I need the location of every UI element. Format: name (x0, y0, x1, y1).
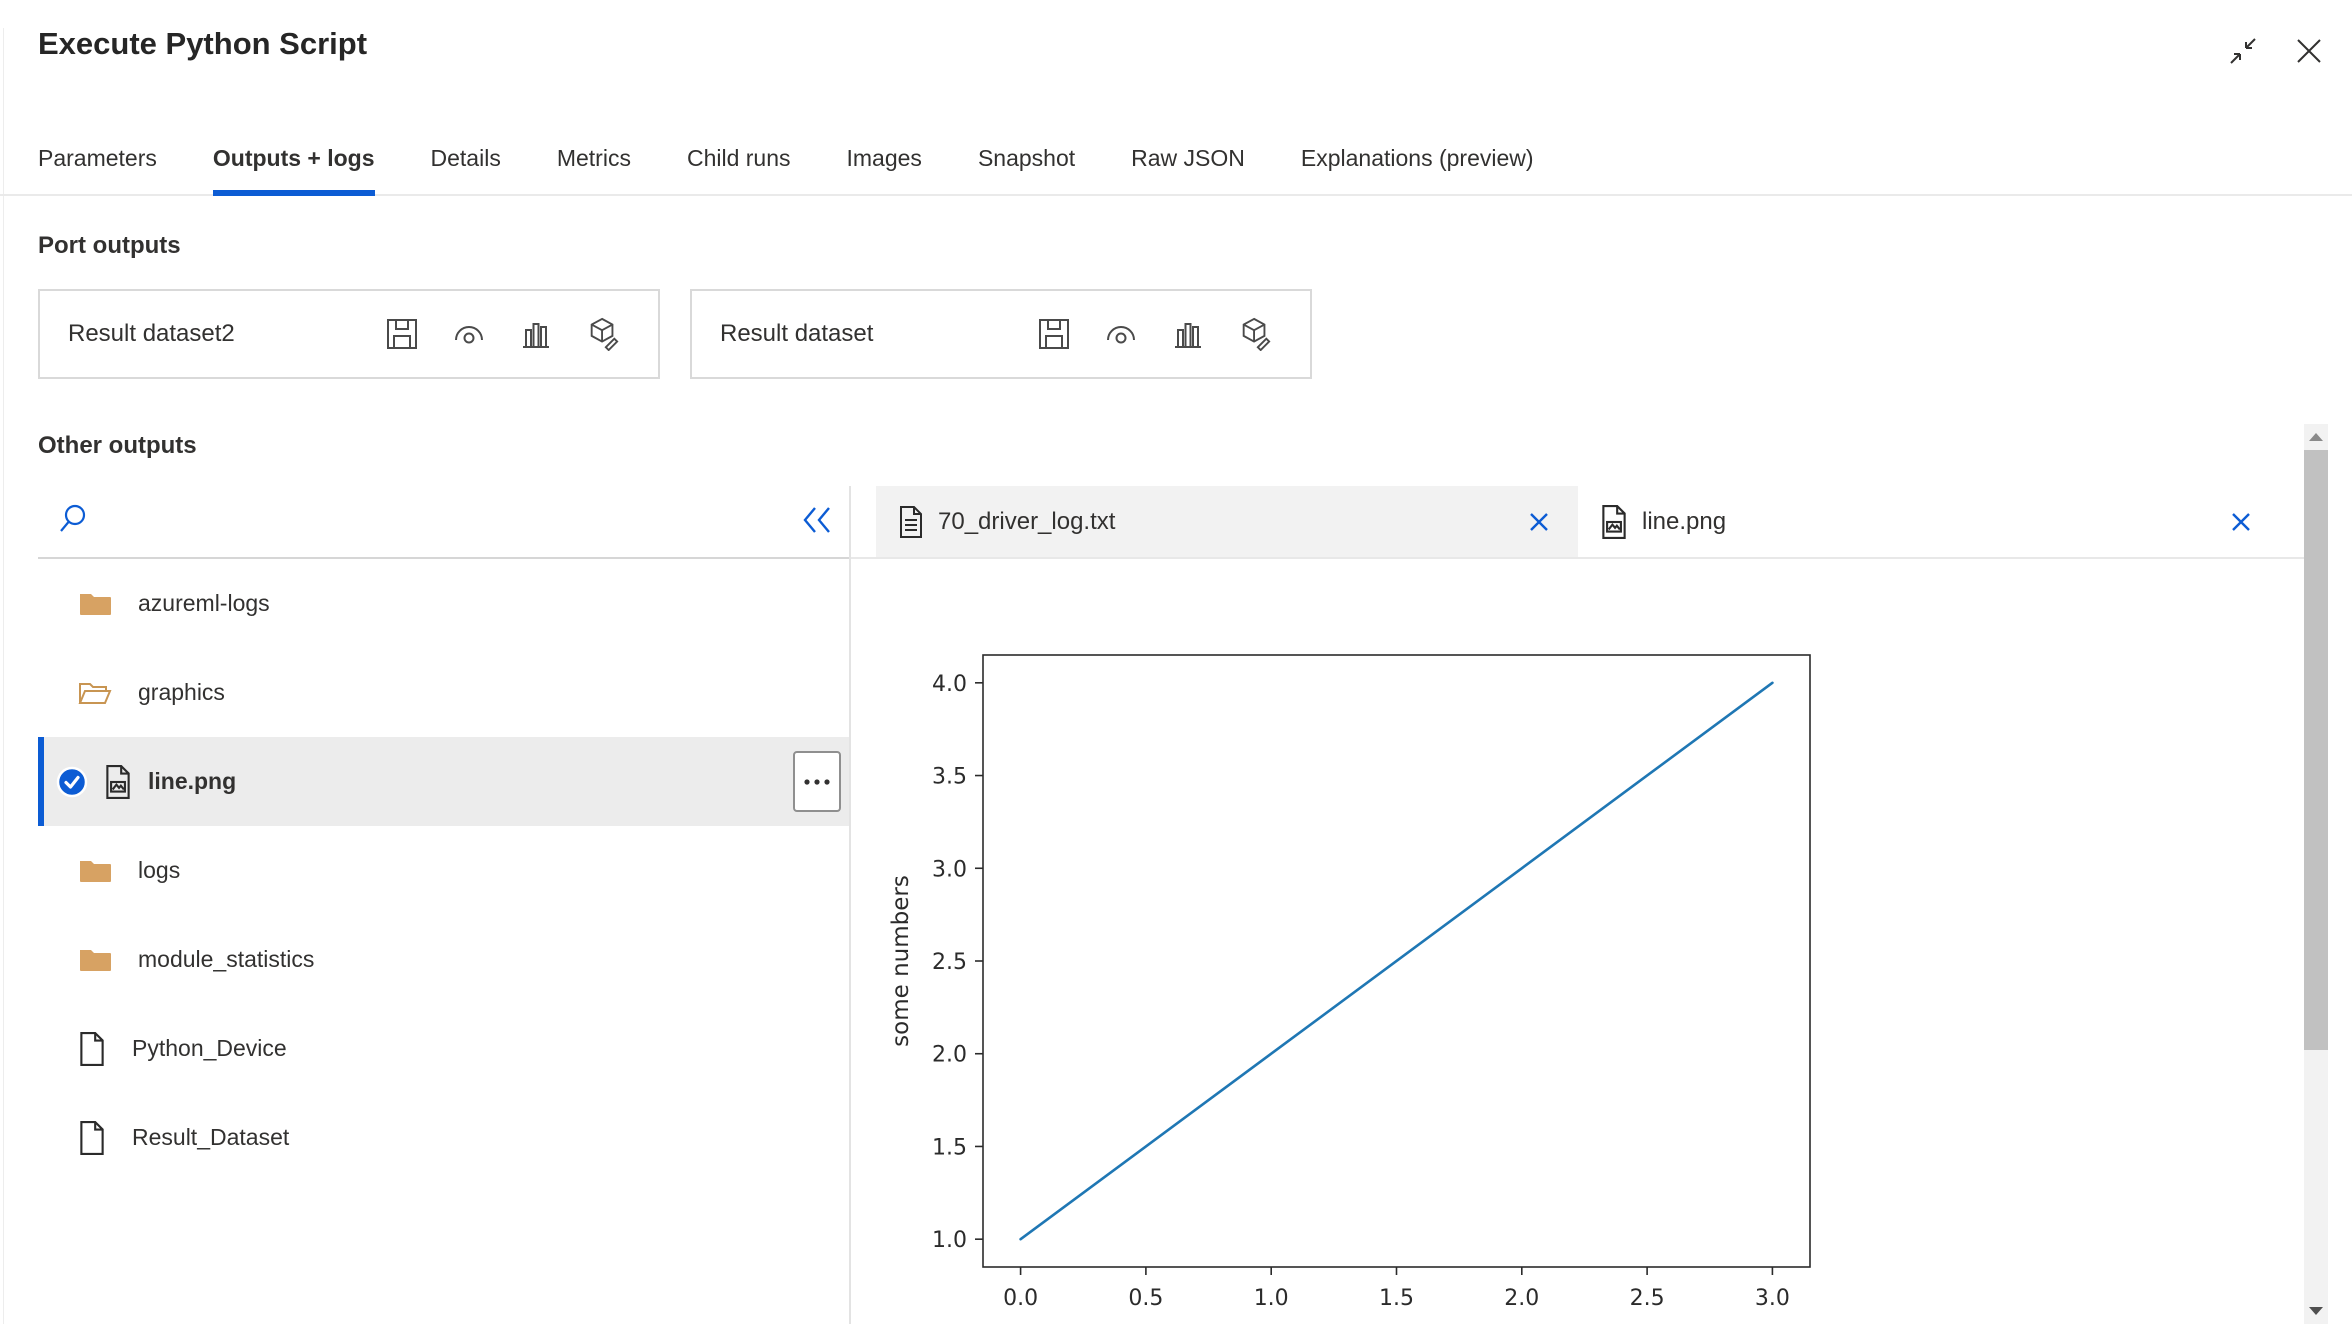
svg-text:2.0: 2.0 (932, 1043, 967, 1068)
svg-text:3.0: 3.0 (1755, 1286, 1790, 1311)
tab-details[interactable]: Details (431, 122, 501, 194)
double-chevron-left-icon (803, 507, 830, 533)
tab-explanations[interactable]: Explanations (preview) (1301, 122, 1534, 194)
scroll-down-button[interactable] (2304, 1298, 2328, 1324)
tree-item-azureml-logs[interactable]: azureml-logs (38, 559, 849, 648)
tree-item-line-png[interactable]: line.png (38, 737, 849, 826)
text-file-icon (898, 505, 924, 538)
tab-metrics[interactable]: Metrics (557, 122, 631, 194)
svg-text:4.0: 4.0 (932, 672, 967, 697)
svg-text:1.0: 1.0 (1254, 1286, 1289, 1311)
preview-tab-line-png[interactable]: line.png (1578, 486, 2304, 557)
port-output-name: Result dataset (720, 320, 874, 347)
matplotlib-line-plot: 0.0 0.5 1.0 1.5 2.0 2.5 3.0 1.0 1.5 2.0 2.5 3.0 3.5 4… (888, 654, 1811, 1311)
preview-tab-label: 70_driver_log.txt (938, 507, 1116, 535)
tree-item-graphics[interactable]: graphics (38, 648, 849, 737)
image-file-icon (1600, 504, 1628, 539)
tree-item-module-statistics[interactable]: module_statistics (38, 915, 849, 1004)
svg-text:3.0: 3.0 (932, 857, 967, 882)
svg-text:1.5: 1.5 (932, 1135, 967, 1160)
folder-icon (78, 946, 112, 974)
panel-left-edge (3, 28, 4, 1324)
minimize-panel-button[interactable] (2226, 34, 2260, 68)
port-output-card: Result dataset (690, 289, 1312, 379)
save-icon[interactable] (1037, 317, 1071, 351)
folder-open-icon (78, 679, 112, 707)
svg-text:some numbers: some numbers (888, 875, 914, 1047)
svg-text:0.5: 0.5 (1128, 1286, 1163, 1311)
tree-item-python-device[interactable]: Python_Device (38, 1004, 849, 1093)
tree-search-input[interactable] (38, 486, 849, 559)
file-icon (78, 1031, 106, 1066)
folder-icon (78, 590, 112, 618)
port-outputs-heading: Port outputs (38, 232, 181, 259)
close-tab-icon[interactable] (2228, 509, 2254, 535)
scroll-up-icon (2309, 433, 2323, 441)
svg-text:1.5: 1.5 (1379, 1286, 1414, 1311)
tab-snapshot[interactable]: Snapshot (978, 122, 1075, 194)
svg-text:2.0: 2.0 (1504, 1286, 1539, 1311)
check-circle-icon (56, 766, 88, 798)
vertical-scrollbar[interactable] (2304, 424, 2328, 1324)
preview-tabbar: 70_driver_log.txt line.png (851, 486, 2304, 559)
ellipsis-icon (804, 778, 830, 785)
port-output-card: Result dataset2 (38, 289, 660, 379)
scroll-down-icon (2309, 1307, 2323, 1315)
scroll-up-button[interactable] (2304, 424, 2328, 450)
bar-chart-icon[interactable] (1171, 317, 1205, 351)
other-outputs-heading: Other outputs (38, 432, 197, 459)
tree-item-result-dataset[interactable]: Result_Dataset (38, 1093, 849, 1182)
preview-tab-driver-log[interactable]: 70_driver_log.txt (876, 486, 1578, 557)
collapse-tree-button[interactable] (801, 506, 833, 534)
file-icon (78, 1120, 106, 1155)
close-panel-button[interactable] (2292, 34, 2326, 68)
more-actions-button[interactable] (793, 751, 841, 812)
register-dataset-icon[interactable] (1238, 317, 1272, 351)
svg-text:0.0: 0.0 (1003, 1286, 1038, 1311)
outputs-file-tree: azureml-logs graphics line.png logs modu… (38, 486, 849, 1182)
page-title: Execute Python Script (38, 26, 368, 61)
close-icon (2294, 36, 2324, 66)
image-file-icon (104, 764, 132, 799)
save-icon[interactable] (385, 317, 419, 351)
visualize-icon[interactable] (1104, 317, 1138, 351)
search-icon (58, 502, 92, 538)
svg-text:2.5: 2.5 (932, 950, 967, 975)
tab-outputs-logs[interactable]: Outputs + logs (212, 122, 375, 196)
detail-tabbar: Parameters Outputs + logs Details Metric… (0, 122, 2352, 196)
port-output-name: Result dataset2 (68, 320, 235, 347)
line-chart-image: 0.0 0.5 1.0 1.5 2.0 2.5 3.0 1.0 1.5 2.0 2.5 3.0 3.5 4… (880, 640, 1840, 1324)
tree-item-logs[interactable]: logs (38, 826, 849, 915)
tab-images[interactable]: Images (847, 122, 922, 194)
tab-raw-json[interactable]: Raw JSON (1131, 122, 1245, 194)
svg-text:3.5: 3.5 (932, 765, 967, 790)
scrollbar-thumb[interactable] (2304, 450, 2328, 1050)
arrow-minimize-icon (2228, 36, 2258, 66)
folder-icon (78, 857, 112, 885)
register-dataset-icon[interactable] (586, 317, 620, 351)
svg-text:1.0: 1.0 (932, 1228, 967, 1253)
tree-content-divider (849, 486, 851, 1324)
visualize-icon[interactable] (452, 317, 486, 351)
svg-text:2.5: 2.5 (1630, 1286, 1665, 1311)
tab-child-runs[interactable]: Child runs (687, 122, 791, 194)
preview-tab-label: line.png (1642, 507, 1727, 535)
close-tab-icon[interactable] (1526, 509, 1552, 535)
bar-chart-icon[interactable] (519, 317, 553, 351)
tab-parameters[interactable]: Parameters (38, 122, 157, 194)
